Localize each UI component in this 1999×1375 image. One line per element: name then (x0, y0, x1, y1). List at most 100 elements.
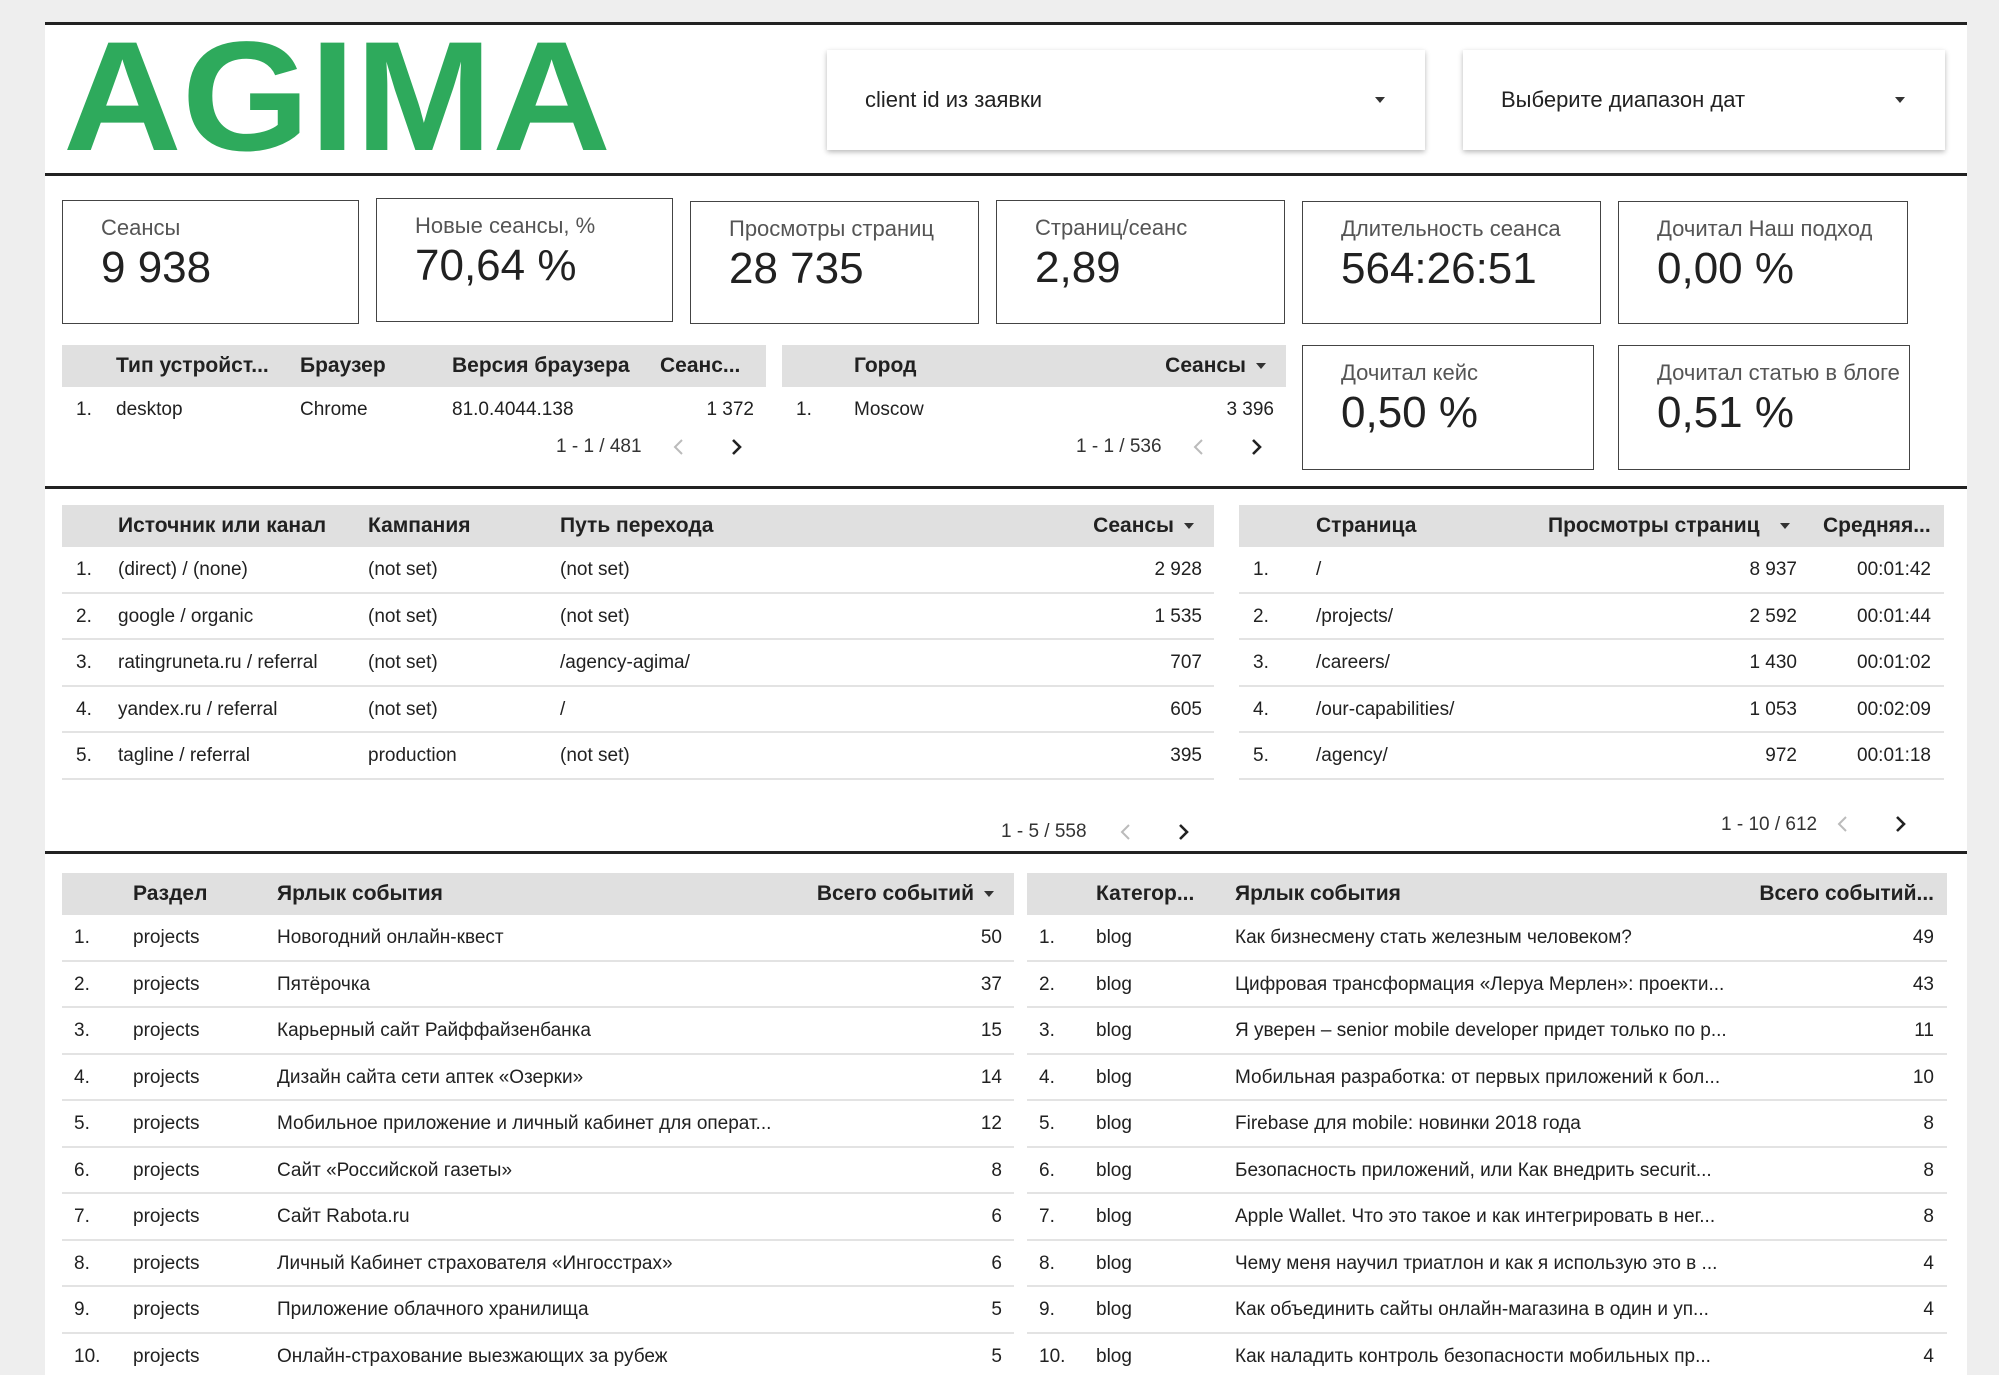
table-row[interactable]: 1. / 8 937 00:01:42 (1239, 547, 1944, 594)
row-number: 9. (1039, 1299, 1055, 1320)
pagination-label: 1 - 5 / 558 (1001, 821, 1087, 842)
sessions-cell: 1 535 (1154, 605, 1202, 627)
campaign-cell: (not set) (368, 605, 438, 627)
table-row[interactable]: 3. ratingruneta.ru / referral (not set) /ag… (62, 640, 1214, 687)
scorecard-value: 564:26:51 (1341, 244, 1537, 293)
column-header-sessions[interactable]: Сеансы (1093, 505, 1174, 547)
event-label-cell: Цифровая трансформация «Леруа Мерлен»: п… (1235, 973, 1725, 995)
table-row[interactable]: 5. /agency/972 00:01:18 (1239, 733, 1944, 780)
event-label-cell: Firebase для mobile: новинки 2018 года (1235, 1113, 1581, 1134)
campaign-cell: (not set) (368, 698, 438, 720)
row-number: 5. (1039, 1113, 1055, 1134)
row-number: 4. (1253, 698, 1269, 720)
column-header-sessions[interactable]: Сеанс... (660, 345, 760, 387)
category-cell: blog (1096, 1206, 1132, 1227)
row-number: 8. (74, 1252, 90, 1274)
sort-desc-icon[interactable] (1184, 523, 1194, 529)
table-header: Город Сеансы (782, 345, 1286, 387)
table-row[interactable]: 3. /careers/1 430 00:01:02 (1239, 640, 1944, 687)
scorecard-label: Страниц/сеанс (1035, 215, 1188, 240)
column-header-browser-version[interactable]: Версия браузера (452, 345, 642, 387)
chevron-right-icon[interactable] (1888, 812, 1912, 836)
column-header-browser[interactable]: Браузер (300, 345, 440, 387)
table-row[interactable]: 7. blog Apple Wallet. Что это такое и как … (1027, 1194, 1947, 1241)
section-cell: projects (133, 1299, 200, 1320)
pageviews-cell: 2 592 (1749, 605, 1797, 627)
scorecard-value: 9 938 (101, 243, 212, 292)
row-number: 6. (74, 1159, 90, 1181)
column-header-page[interactable]: Страница (1316, 505, 1496, 547)
sessions-cell: 395 (1170, 745, 1202, 766)
chevron-right-icon[interactable] (1244, 435, 1268, 459)
table-row[interactable]: 1. (direct) / (none) (not set) (not set) 2 9… (62, 547, 1214, 594)
source-cell: tagline / referral (118, 745, 251, 766)
sort-desc-icon[interactable] (1256, 363, 1266, 369)
chevron-left-icon[interactable] (667, 435, 691, 459)
table-row[interactable]: 5. projects Мобильное приложение и личный … (62, 1101, 1014, 1148)
table-row[interactable]: 8. blog Чему меня научил триатлон и как я … (1027, 1241, 1947, 1287)
table-row[interactable]: 9. blog Как объединить сайты онлайн-магази… (1027, 1287, 1947, 1334)
path-cell: /agency-agima/ (560, 652, 690, 673)
chevron-left-icon[interactable] (1831, 812, 1855, 836)
table-row[interactable]: 10. projects Онлайн-страхование выезжающих… (62, 1334, 1014, 1375)
table-row[interactable]: 2. blog Цифровая трансформация «Леруа Мерл… (1027, 962, 1947, 1008)
total-events-cell: 12 (980, 1113, 1002, 1134)
row-number: 6. (1039, 1159, 1055, 1181)
table-row[interactable]: 2. projects Пятёрочка 37 (62, 962, 1014, 1008)
table-row[interactable]: 6. projects Сайт «Российской газеты» 8 (62, 1148, 1014, 1194)
column-header-category[interactable]: Категор... (1096, 873, 1206, 915)
table-row[interactable]: 4. yandex.ru / referral (not set) / 605 (62, 687, 1214, 733)
sort-desc-icon[interactable] (1780, 523, 1790, 529)
column-header-pageviews[interactable]: Просмотры страниц (1548, 505, 1774, 547)
table-row[interactable]: 4. /our-capabilities/1 053 00:02:09 (1239, 687, 1944, 733)
sort-desc-icon[interactable] (984, 891, 994, 897)
column-header-source[interactable]: Источник или канал (118, 505, 358, 547)
row-number: 3. (76, 652, 92, 673)
table-row[interactable]: 5. blog Firebase для mobile: новинки 2018 … (1027, 1101, 1947, 1148)
total-events-cell: 15 (980, 1020, 1002, 1041)
chevron-right-icon[interactable] (724, 435, 748, 459)
category-cell: blog (1096, 1113, 1132, 1134)
chevron-left-icon[interactable] (1187, 435, 1211, 459)
table-row[interactable]: 1. projects Новогодний онлайн-квест 50 (62, 915, 1014, 962)
table-row[interactable]: 8. projects Личный Кабинет страхователя «И… (62, 1241, 1014, 1287)
table-row[interactable]: 9. projects Приложение облачного хранилища… (62, 1287, 1014, 1334)
column-header-device[interactable]: Тип устройст... (116, 345, 286, 387)
table-row[interactable]: 2. google / organic (not set) (not set) 1 53… (62, 594, 1214, 640)
page-cell: /projects/ (1316, 605, 1394, 627)
row-number: 1. (74, 927, 90, 948)
chevron-right-icon[interactable] (1171, 820, 1195, 844)
path-cell: (not set) (560, 605, 630, 627)
table-row[interactable]: 7. projects Сайт Rabota.ru 6 (62, 1194, 1014, 1241)
column-header-avg-time[interactable]: Средняя... (1823, 505, 1935, 547)
table-row[interactable]: 5. tagline / referral production (not set) 3… (62, 733, 1214, 780)
page-cell: / (1316, 559, 1322, 580)
column-header-path[interactable]: Путь перехода (560, 505, 820, 547)
column-header-campaign[interactable]: Кампания (368, 505, 548, 547)
table-row[interactable]: 3. blog Я уверен – senior mobile developer… (1027, 1008, 1947, 1055)
column-header-section[interactable]: Раздел (133, 873, 263, 915)
event-label-cell: Как бизнесмену стать железным человеком? (1235, 927, 1632, 948)
table-row[interactable]: 6. blog Безопасность приложений, или Как в… (1027, 1148, 1947, 1194)
event-label-cell: Мобильное приложение и личный кабинет дл… (277, 1113, 772, 1134)
scorecard-value: 28 735 (729, 244, 864, 293)
table-row[interactable]: 4. blog Мобильная разработка: от первых пр… (1027, 1055, 1947, 1101)
table-row[interactable]: 10. blog Как наладить контроль безопасност… (1027, 1334, 1947, 1375)
column-header-event-label[interactable]: Ярлык события (1235, 873, 1535, 915)
source-cell: yandex.ru / referral (118, 698, 278, 720)
row-number: 1. (1039, 927, 1055, 948)
client-id-filter[interactable]: client id из заявки (827, 50, 1425, 150)
table-row[interactable]: 1. blog Как бизнесмену стать железным чело… (1027, 915, 1947, 962)
column-header-total-events[interactable]: Всего событий... (1754, 873, 1934, 915)
total-events-cell: 4 (1923, 1345, 1934, 1367)
column-header-total-events[interactable]: Всего событий (817, 873, 974, 915)
chevron-left-icon[interactable] (1114, 820, 1138, 844)
column-header-city[interactable]: Город (854, 345, 1004, 387)
table-row[interactable]: 3. projects Карьерный сайт Райффайзенбанка… (62, 1008, 1014, 1055)
column-header-sessions[interactable]: Сеансы (1165, 345, 1246, 387)
section-cell: projects (133, 1113, 200, 1134)
table-row[interactable]: 2. /projects/2 592 00:01:44 (1239, 594, 1944, 640)
date-range-filter[interactable]: Выберите диапазон дат (1463, 50, 1945, 150)
table-row[interactable]: 4. projects Дизайн сайта сети аптек «Озерк… (62, 1055, 1014, 1101)
column-header-event-label[interactable]: Ярлык события (277, 873, 577, 915)
